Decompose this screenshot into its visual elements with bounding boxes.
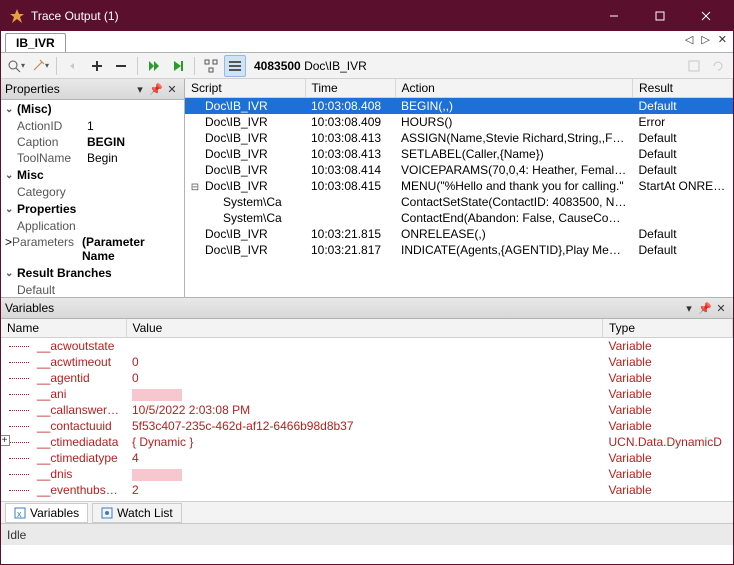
redacted-value xyxy=(132,469,182,481)
prop-group-header[interactable]: ⌄Misc xyxy=(1,166,184,184)
variables-close-button[interactable]: ✕ xyxy=(713,300,729,316)
properties-close-button[interactable]: ✕ xyxy=(164,81,180,97)
trace-row[interactable]: Doc\IB_IVR10:03:08.409HOURS()Error xyxy=(185,114,733,130)
trace-column-header[interactable]: Result xyxy=(633,79,733,98)
tab-watchlist-label: Watch List xyxy=(117,506,173,520)
tab-variables[interactable]: x Variables xyxy=(5,503,88,523)
variables-panel: Variables ▾ 📌 ✕ NameValueType __acwoutst… xyxy=(1,297,733,501)
tab-watchlist[interactable]: Watch List xyxy=(92,503,182,523)
expand-toggle[interactable]: + xyxy=(1,435,10,446)
variable-row[interactable]: __agentid0Variable xyxy=(1,370,733,386)
trace-row[interactable]: ⊟Doc\IB_IVR10:03:08.415MENU("%Hello and … xyxy=(185,178,733,194)
variable-row[interactable]: __contactuuid5f53c407-235c-462d-af12-646… xyxy=(1,418,733,434)
view-list-button[interactable] xyxy=(224,55,246,77)
prop-row[interactable]: ToolNameBegin xyxy=(1,150,184,166)
trace-row[interactable]: Doc\IB_IVR10:03:08.408BEGIN(,,)Default xyxy=(185,98,733,115)
variables-column-header[interactable]: Type xyxy=(603,319,733,338)
properties-title: Properties xyxy=(5,82,132,96)
prop-group-header[interactable]: ⌄Result Branches xyxy=(1,264,184,282)
view-tree-button[interactable] xyxy=(200,55,222,77)
variables-icon: x xyxy=(14,507,26,519)
variables-pin-button[interactable]: 📌 xyxy=(697,300,713,316)
tab-close-button[interactable]: ✕ xyxy=(716,33,729,46)
prop-row[interactable]: ActionID1 xyxy=(1,118,184,134)
tools-button[interactable]: ▾ xyxy=(29,55,51,77)
app-icon xyxy=(9,8,25,24)
variable-row[interactable]: __callanswertime10/5/2022 2:03:08 PMVari… xyxy=(1,402,733,418)
variable-row[interactable]: __acwtimeout0Variable xyxy=(1,354,733,370)
status-text: Idle xyxy=(7,528,26,542)
properties-body: ⌄(Misc)ActionID1CaptionBEGINToolNameBegi… xyxy=(1,100,184,297)
trace-row[interactable]: Doc\IB_IVR10:03:08.413SETLABEL(Caller,{N… xyxy=(185,146,733,162)
bottom-tabstrip: x Variables Watch List xyxy=(1,501,733,523)
prop-group-header[interactable]: ⌄Properties xyxy=(1,200,184,218)
variable-row[interactable]: __aniVariable xyxy=(1,386,733,402)
expand-toggle[interactable]: ⊟ xyxy=(189,182,201,193)
tab-nav-controls: ◁ ▷ ✕ xyxy=(683,33,729,46)
variables-header: Variables ▾ 📌 ✕ xyxy=(1,298,733,319)
refresh-button[interactable] xyxy=(707,55,729,77)
add-button[interactable] xyxy=(86,55,108,77)
prop-group-header[interactable]: ⌄(Misc) xyxy=(1,100,184,118)
watchlist-icon xyxy=(101,507,113,519)
variables-body[interactable]: NameValueType __acwoutstateVariable__acw… xyxy=(1,319,733,501)
properties-panel: Properties ▾ 📌 ✕ ⌄(Misc)ActionID1Caption… xyxy=(1,79,185,297)
svg-text:x: x xyxy=(17,509,22,519)
trace-row[interactable]: System\CaContactSetState(ContactID: 4083… xyxy=(185,194,733,210)
tab-next-button[interactable]: ▷ xyxy=(699,33,711,46)
trace-row[interactable]: Doc\IB_IVR10:03:08.414VOICEPARAMS(70,0,4… xyxy=(185,162,733,178)
document-tabstrip: IB_IVR ◁ ▷ ✕ xyxy=(1,31,733,53)
redacted-value xyxy=(132,389,182,401)
remove-button[interactable] xyxy=(110,55,132,77)
titlebar: Trace Output (1) xyxy=(1,1,733,31)
prop-row[interactable]: >Parameters(Parameter Name xyxy=(1,234,184,264)
properties-header: Properties ▾ 📌 ✕ xyxy=(1,79,184,100)
variable-row[interactable]: __dnisVariable xyxy=(1,466,733,482)
variables-column-header[interactable]: Value xyxy=(126,319,603,338)
properties-dropdown-button[interactable]: ▾ xyxy=(132,81,148,97)
variables-column-header[interactable]: Name xyxy=(1,319,126,338)
prop-row[interactable]: Category xyxy=(1,184,184,200)
variable-row[interactable]: __ctimediatype4Variable xyxy=(1,450,733,466)
undo-button[interactable] xyxy=(62,55,84,77)
step-button[interactable] xyxy=(167,55,189,77)
trace-column-header[interactable]: Time xyxy=(305,79,395,98)
trace-row[interactable]: Doc\IB_IVR10:03:21.815ONRELEASE(,)Defaul… xyxy=(185,226,733,242)
statusbar: Idle xyxy=(1,523,733,545)
doc-label: Doc\IB_IVR xyxy=(304,59,367,73)
variable-row[interactable]: +__ctimediadata{ Dynamic }UCN.Data.Dynam… xyxy=(1,434,733,450)
search-button[interactable]: ▾ xyxy=(5,55,27,77)
trace-row[interactable]: Doc\IB_IVR10:03:08.413ASSIGN(Name,Stevie… xyxy=(185,130,733,146)
export-button[interactable] xyxy=(683,55,705,77)
minimize-button[interactable] xyxy=(591,1,637,31)
variable-row[interactable]: __acwoutstateVariable xyxy=(1,338,733,355)
window-title: Trace Output (1) xyxy=(31,9,591,23)
run-button[interactable] xyxy=(143,55,165,77)
prop-row[interactable]: Application xyxy=(1,218,184,234)
trace-row[interactable]: Doc\IB_IVR10:03:21.817INDICATE(Agents,{A… xyxy=(185,242,733,258)
tab-variables-label: Variables xyxy=(30,506,79,520)
close-button[interactable] xyxy=(683,1,729,31)
trace-row[interactable]: System\CaContactEnd(Abandon: False, Caus… xyxy=(185,210,733,226)
trace-column-header[interactable]: Action xyxy=(395,79,633,98)
doc-id: 4083500 xyxy=(254,59,301,73)
properties-pin-button[interactable]: 📌 xyxy=(148,81,164,97)
variables-dropdown-button[interactable]: ▾ xyxy=(681,300,697,316)
maximize-button[interactable] xyxy=(637,1,683,31)
variable-row[interactable]: __eventhubsequen2Variable xyxy=(1,482,733,498)
variables-title: Variables xyxy=(5,301,681,315)
prop-row[interactable]: CaptionBEGIN xyxy=(1,134,184,150)
tab-prev-button[interactable]: ◁ xyxy=(683,33,695,46)
trace-grid: ScriptTimeActionResult Doc\IB_IVR10:03:0… xyxy=(185,79,733,297)
toolbar: ▾ ▾ 4083500 Doc\IB_IVR xyxy=(1,53,733,79)
trace-column-header[interactable]: Script xyxy=(185,79,305,98)
toolbar-doc-info: 4083500 Doc\IB_IVR xyxy=(254,59,367,73)
prop-row[interactable]: Default xyxy=(1,282,184,297)
tab-ib-ivr[interactable]: IB_IVR xyxy=(5,33,66,52)
